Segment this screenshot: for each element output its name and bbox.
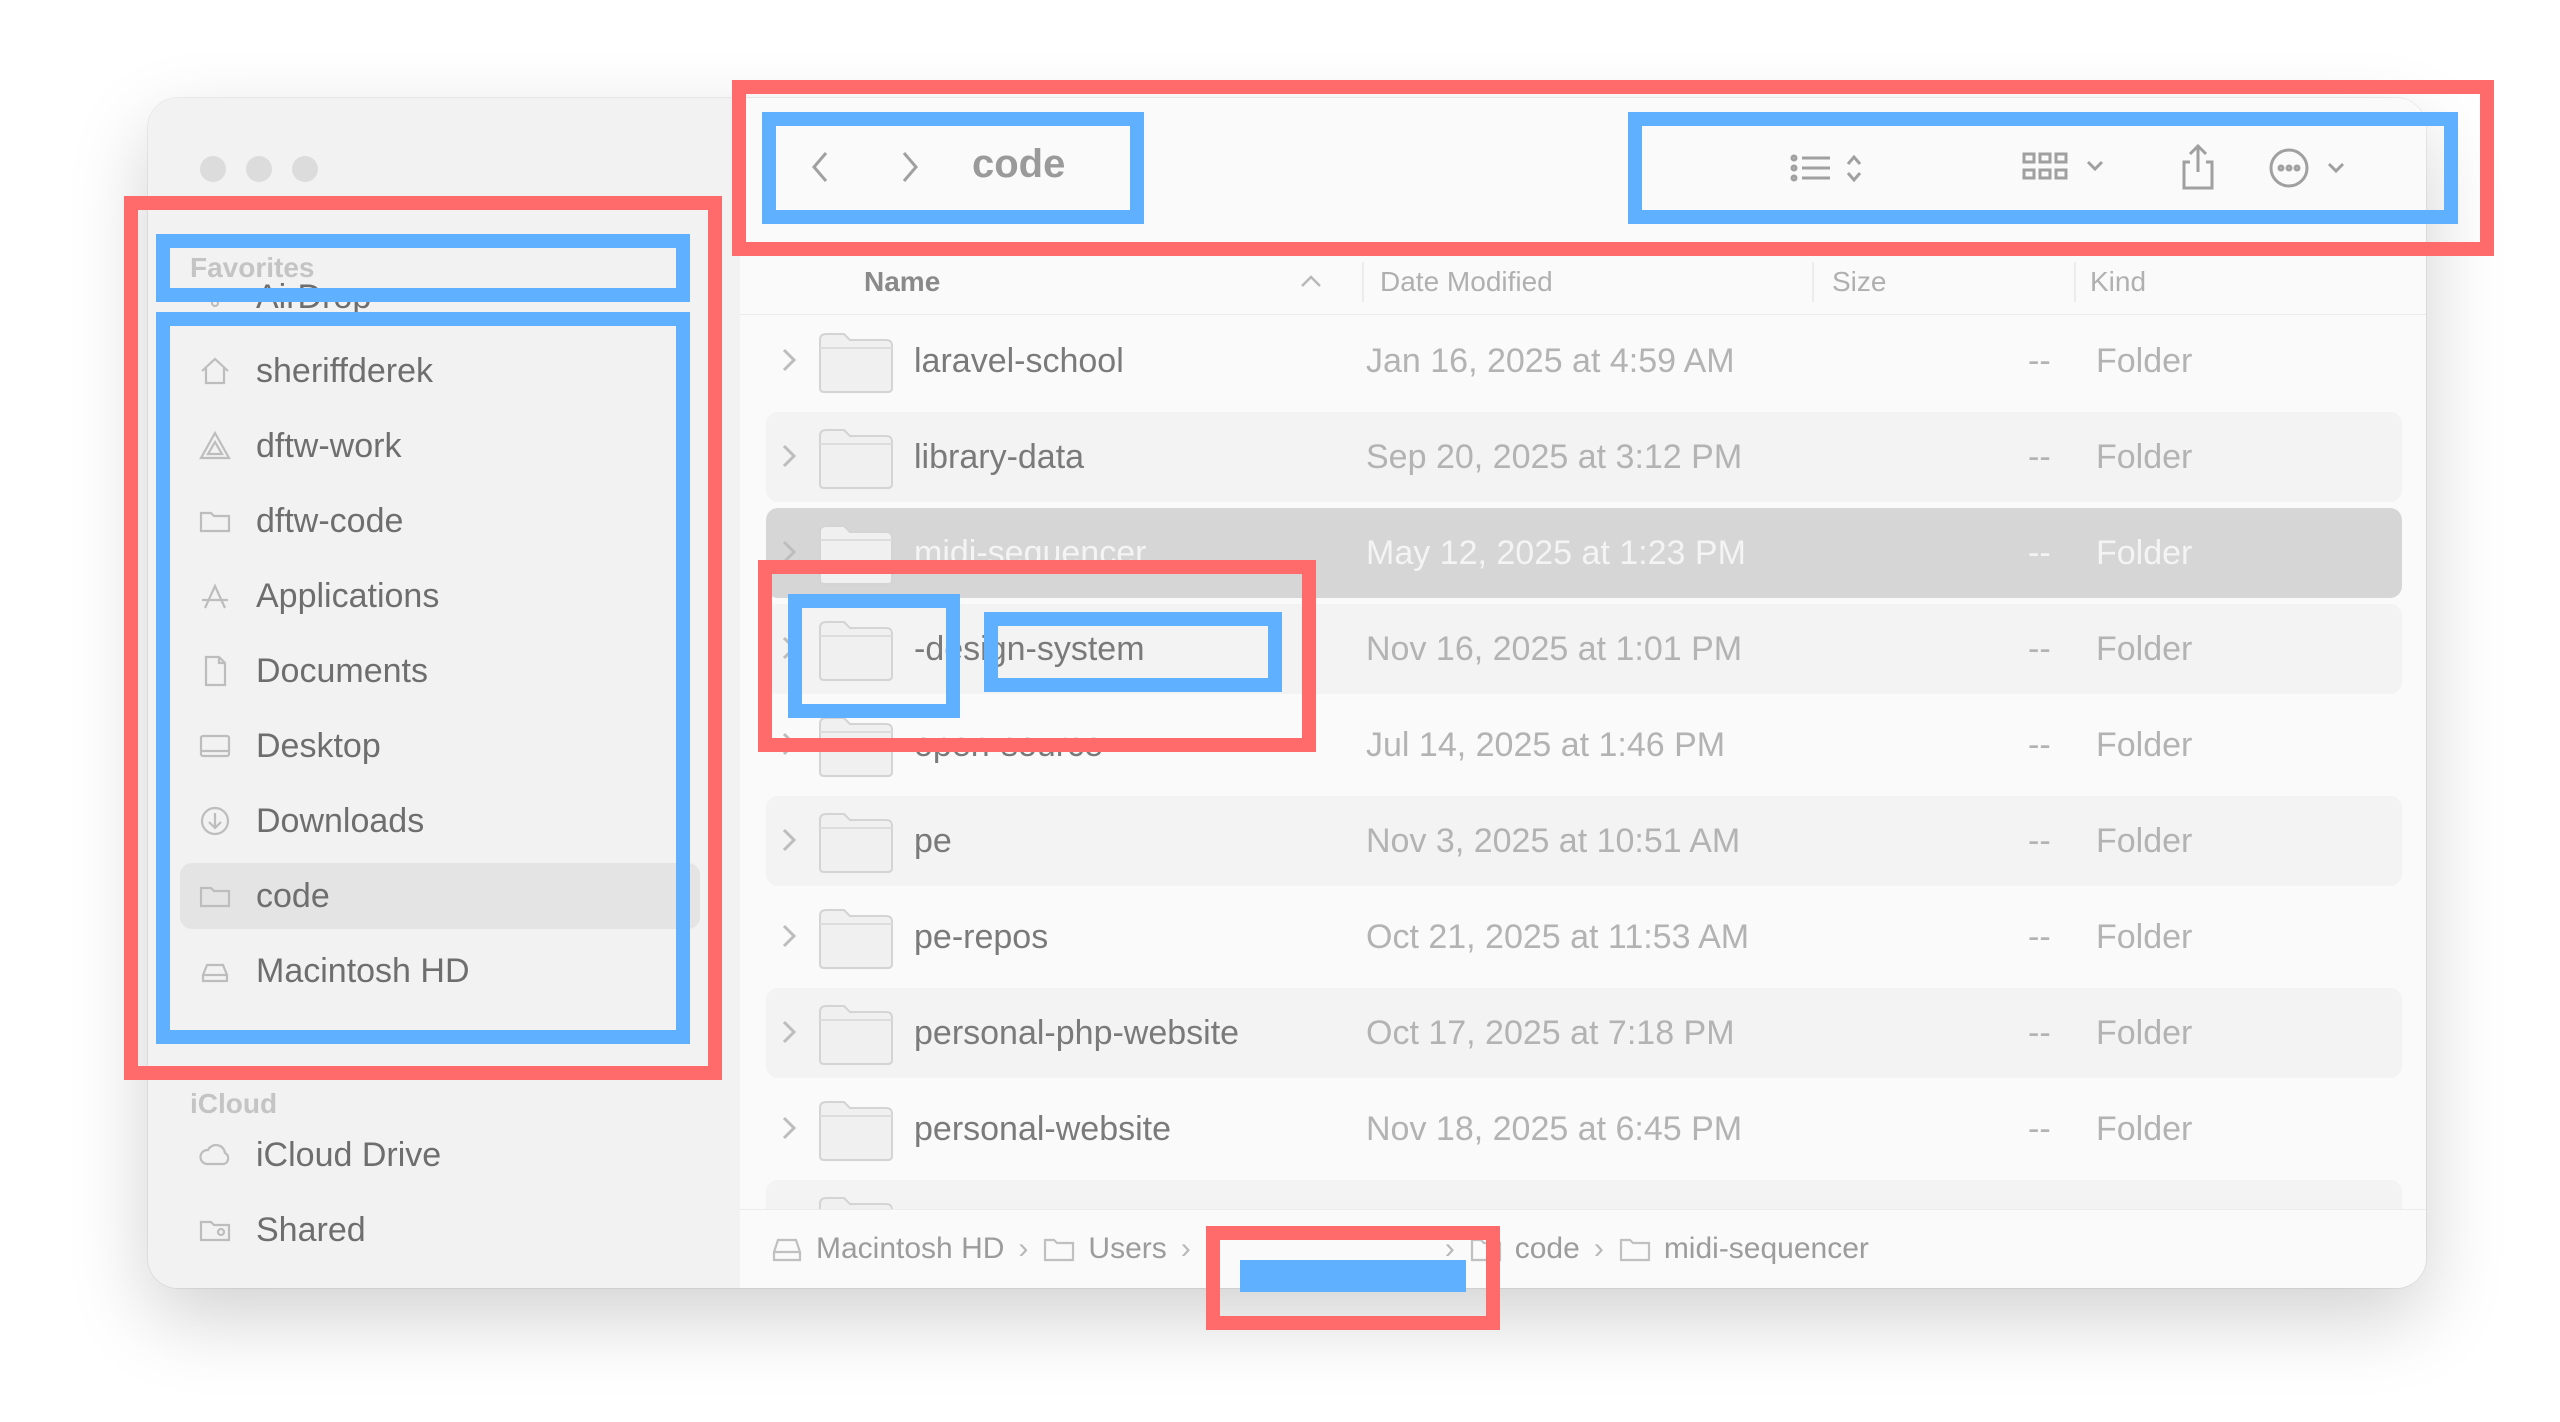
folder-icon <box>816 422 896 501</box>
zoom-button[interactable] <box>292 156 318 182</box>
annotation-favorites-blue <box>156 234 690 302</box>
column-header: Name Date Modified Size Kind <box>740 250 2426 315</box>
disclosure-chevron-icon[interactable] <box>778 440 800 481</box>
disclosure-chevron-icon[interactable] <box>778 824 800 865</box>
disclosure-chevron-icon[interactable] <box>778 1016 800 1057</box>
folder-icon <box>816 998 896 1077</box>
table-row[interactable]: laravel-school Jan 16, 2025 at 4:59 AM -- F… <box>766 316 2402 406</box>
file-date: May 12, 2025 at 1:23 PM <box>1366 533 1746 572</box>
file-date: Jul 14, 2025 at 1:46 PM <box>1366 725 1726 764</box>
folder-icon <box>816 326 896 405</box>
chevron-right-icon: › <box>1180 1232 1191 1265</box>
column-kind[interactable]: Kind <box>2090 266 2146 298</box>
table-row[interactable]: library-data Sep 20, 2025 at 3:12 PM -- Fol… <box>766 412 2402 502</box>
path-bar: Macintosh HD › Users › › code › midi-seq… <box>740 1209 2426 1288</box>
shared-folder-icon <box>194 1209 236 1251</box>
file-kind: Folder <box>2096 533 2193 572</box>
folder-icon <box>816 806 896 885</box>
file-kind: Folder <box>2096 725 2193 764</box>
annotation-drag-folder-blue <box>788 594 960 718</box>
sort-ascending-icon <box>1301 275 1321 287</box>
file-kind: Folder <box>2096 821 2193 860</box>
file-date: Sep 20, 2025 at 3:12 PM <box>1366 437 1743 476</box>
path-item-midi-sequencer[interactable]: midi-sequencer <box>1618 1232 1869 1266</box>
table-row[interactable]: personal-website Nov 18, 2025 at 6:45 PM -… <box>766 1084 2402 1174</box>
annotation-sidebar-items-blue <box>156 312 690 1044</box>
file-kind: Folder <box>2096 341 2193 380</box>
file-size: -- <box>2028 1109 2051 1148</box>
file-size: -- <box>2028 821 2051 860</box>
table-row[interactable]: personal-php-website Oct 17, 2025 at 7:18… <box>766 988 2402 1078</box>
file-name: pe-repos <box>914 917 1049 956</box>
file-size: -- <box>2028 917 2051 956</box>
file-kind: Folder <box>2096 437 2193 476</box>
folder-icon <box>816 902 896 981</box>
sidebar-item-icloud-drive[interactable]: iCloud Drive <box>180 1122 700 1188</box>
file-size: -- <box>2028 341 2051 380</box>
file-date: Jan 16, 2025 at 4:59 AM <box>1366 341 1735 380</box>
close-button[interactable] <box>200 156 226 182</box>
path-item-users[interactable]: Users <box>1042 1232 1167 1266</box>
path-label: code <box>1514 1232 1580 1265</box>
sidebar-item-label: Shared <box>256 1210 366 1249</box>
folder-icon <box>1044 1238 1075 1262</box>
file-date: Oct 21, 2025 at 11:53 AM <box>1366 917 1750 956</box>
annotation-pathbar-blue <box>1240 1260 1466 1292</box>
file-kind: Folder <box>2096 1109 2193 1148</box>
file-date: Oct 17, 2025 at 7:18 PM <box>1366 1013 1735 1052</box>
disk-icon <box>772 1238 802 1262</box>
file-size: -- <box>2028 437 2051 476</box>
folder-icon <box>1619 1238 1650 1262</box>
disclosure-chevron-icon[interactable] <box>778 1112 800 1153</box>
path-item-macintosh-hd[interactable]: Macintosh HD <box>770 1232 1004 1266</box>
file-name: pe <box>914 821 952 860</box>
column-name[interactable]: Name <box>864 266 940 298</box>
table-row[interactable]: pe Nov 3, 2025 at 10:51 AM -- Folder <box>766 796 2402 886</box>
file-size: -- <box>2028 629 2051 668</box>
column-size[interactable]: Size <box>1832 266 1886 298</box>
file-name: laravel-school <box>914 341 1124 380</box>
sidebar-item-shared[interactable]: Shared <box>180 1197 700 1263</box>
annotation-drag-name-blue <box>984 612 1282 692</box>
cloud-icon <box>194 1134 236 1176</box>
annotation-nav-blue <box>762 112 1144 224</box>
path-label: Users <box>1088 1232 1167 1265</box>
file-kind: Folder <box>2096 1013 2193 1052</box>
sidebar-item-label: iCloud Drive <box>256 1135 442 1174</box>
table-row[interactable]: pe-repos Oct 21, 2025 at 11:53 AM -- Folder <box>766 892 2402 982</box>
column-date-modified[interactable]: Date Modified <box>1380 266 1553 298</box>
file-date: Nov 16, 2025 at 1:01 PM <box>1366 629 1743 668</box>
path-label: midi-sequencer <box>1663 1232 1869 1265</box>
chevron-right-icon: › <box>1593 1232 1604 1265</box>
file-size: -- <box>2028 1013 2051 1052</box>
window-controls <box>200 156 318 182</box>
icloud-heading: iCloud <box>190 1088 278 1119</box>
disclosure-chevron-icon[interactable] <box>778 344 800 385</box>
folder-icon <box>816 1094 896 1173</box>
file-date: Nov 18, 2025 at 6:45 PM <box>1366 1109 1743 1148</box>
file-kind: Folder <box>2096 917 2193 956</box>
file-kind: Folder <box>2096 629 2193 668</box>
file-date: Nov 3, 2025 at 10:51 AM <box>1366 821 1741 860</box>
chevron-right-icon: › <box>1018 1232 1029 1265</box>
file-name: personal-php-website <box>914 1013 1240 1052</box>
file-size: -- <box>2028 725 2051 764</box>
file-name: personal-website <box>914 1109 1172 1148</box>
file-name: library-data <box>914 437 1085 476</box>
minimize-button[interactable] <box>246 156 272 182</box>
path-label: Macintosh HD <box>816 1232 1005 1265</box>
disclosure-chevron-icon[interactable] <box>778 920 800 961</box>
file-size: -- <box>2028 533 2051 572</box>
annotation-toolbar-actions-blue <box>1628 112 2458 224</box>
